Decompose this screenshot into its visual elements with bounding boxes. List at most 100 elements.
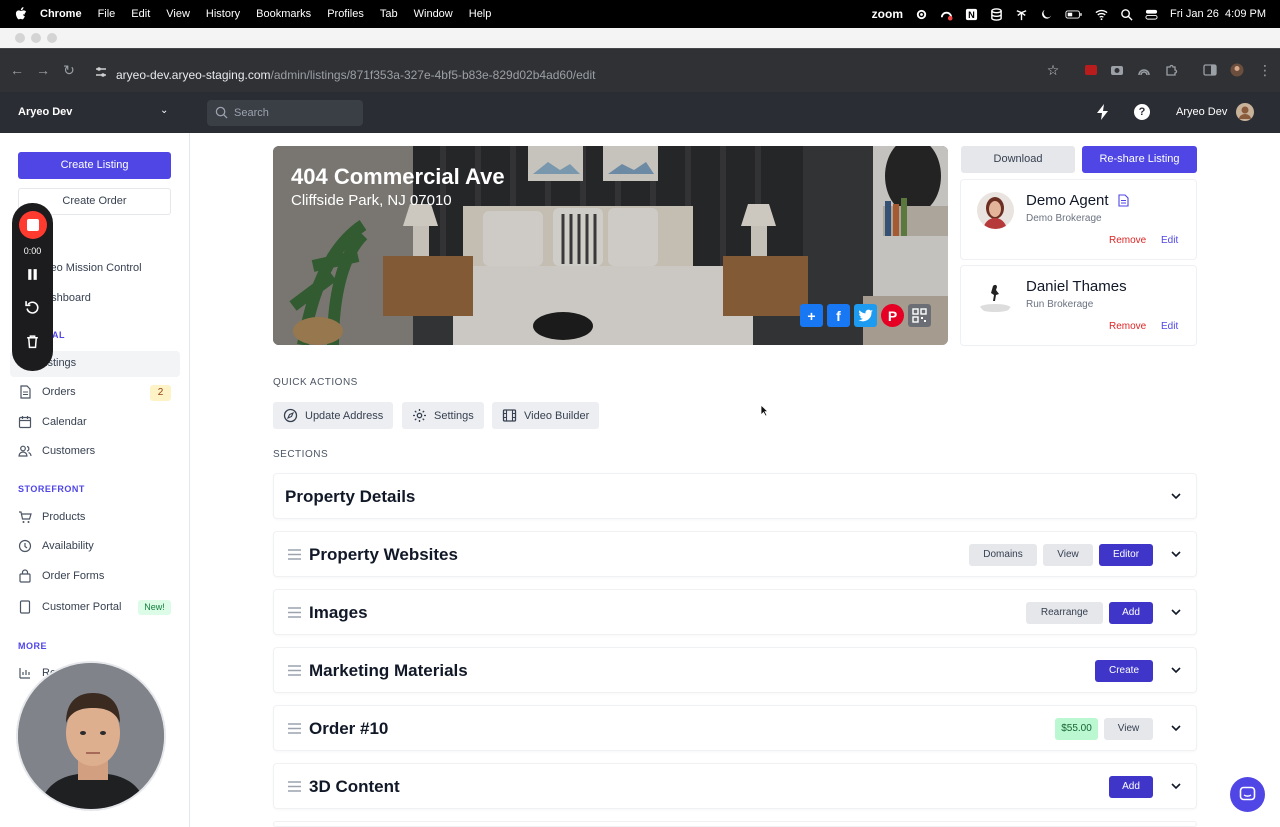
notion-icon[interactable]: N [965,8,978,21]
camera-extension-icon[interactable] [1110,63,1124,77]
twitter-icon[interactable] [854,304,877,327]
add-3d-content-button[interactable]: Add [1109,776,1153,798]
user-menu-name[interactable]: Aryeo Dev [1176,106,1227,118]
sidebar-item-calendar[interactable]: Calendar [18,412,87,432]
gauge-status-icon[interactable] [940,8,953,21]
agent-name[interactable]: Demo Agent [1026,192,1109,209]
bookmark-star-icon[interactable]: ☆ [1046,63,1060,77]
menu-file[interactable]: File [98,8,116,20]
pinterest-icon[interactable]: P [881,304,904,327]
remove-agent-link[interactable]: Remove [1109,321,1146,332]
pause-icon[interactable] [25,267,40,282]
create-marketing-button[interactable]: Create [1095,660,1153,682]
menu-history[interactable]: History [206,8,240,20]
chevron-down-icon[interactable] [1170,780,1182,792]
chevron-down-icon[interactable] [1170,664,1182,676]
apple-logo-icon[interactable] [14,7,28,21]
update-address-button[interactable]: Update Address [273,402,394,429]
create-listing-button[interactable]: Create Listing [18,152,171,179]
puzzle-extensions-icon[interactable] [1164,63,1178,77]
trash-icon[interactable] [25,334,40,349]
org-switcher-label[interactable]: Aryeo Dev [18,106,72,118]
window-close-dot[interactable] [15,33,25,43]
extension-red-icon[interactable] [1084,63,1098,77]
domains-button[interactable]: Domains [969,544,1037,566]
kebab-menu-icon[interactable]: ⋮ [1258,63,1272,77]
menu-view[interactable]: View [166,8,190,20]
document-icon[interactable] [1118,194,1129,207]
reload-icon[interactable]: ↻ [62,63,76,77]
spotlight-search-icon[interactable] [1120,8,1133,21]
add-images-button[interactable]: Add [1109,602,1153,624]
chevron-down-icon[interactable] [1170,606,1182,618]
menu-edit[interactable]: Edit [131,8,150,20]
chevron-down-icon[interactable] [1170,548,1182,560]
sidebar-item-orders[interactable]: Orders [18,382,76,402]
profile-avatar-icon[interactable] [1230,63,1244,77]
chevron-down-icon[interactable] [1170,722,1182,734]
section-order[interactable]: Order #10 $55.00 View [273,705,1197,751]
editor-button[interactable]: Editor [1099,544,1153,566]
battery-icon[interactable] [1065,8,1083,21]
menubar-datetime[interactable]: Fri Jan 26 4:09 PM [1170,8,1266,20]
back-arrow-icon[interactable]: ← [10,63,24,77]
section-images[interactable]: Images Rearrange Add [273,589,1197,635]
settings-button[interactable]: Settings [402,402,484,429]
plus-share-icon[interactable]: + [800,304,823,327]
webcam-bubble[interactable] [16,661,166,811]
menu-app-name[interactable]: Chrome [40,8,82,20]
sidebar-item-order-forms[interactable]: Order Forms [18,566,104,586]
search-input[interactable]: Search [207,100,363,126]
sidebar-item-customer-portal[interactable]: Customer Portal [18,597,121,617]
rearrange-button[interactable]: Rearrange [1026,602,1103,624]
support-chat-button[interactable] [1230,777,1265,812]
site-settings-icon[interactable] [94,65,108,79]
restart-icon[interactable] [25,300,40,315]
section-property-details[interactable]: Property Details [273,473,1197,519]
menu-window[interactable]: Window [414,8,453,20]
remove-agent-link[interactable]: Remove [1109,235,1146,246]
lightning-bolt-icon[interactable] [1096,104,1110,120]
chevron-down-icon[interactable] [1170,490,1182,502]
edit-agent-link[interactable]: Edit [1161,235,1178,246]
menu-tab[interactable]: Tab [380,8,398,20]
view-website-button[interactable]: View [1043,544,1093,566]
address-bar[interactable]: aryeo-dev.aryeo-staging.com/admin/listin… [116,68,595,82]
section-property-websites[interactable]: Property Websites Domains View Editor [273,531,1197,577]
drag-handle-icon[interactable] [288,549,301,560]
stop-recording-button[interactable] [19,211,47,239]
edit-agent-link[interactable]: Edit [1161,321,1178,332]
menu-help[interactable]: Help [469,8,492,20]
user-avatar[interactable] [1236,103,1254,121]
drag-handle-icon[interactable] [288,781,301,792]
sidebar-item-products[interactable]: Products [18,507,85,527]
section-3d-content[interactable]: 3D Content Add [273,763,1197,809]
moon-icon[interactable] [1040,8,1053,21]
chevron-down-icon[interactable]: ⌄ [160,105,168,116]
agent-name[interactable]: Daniel Thames [1026,278,1127,295]
window-zoom-dot[interactable] [47,33,57,43]
drag-handle-icon[interactable] [288,665,301,676]
help-icon[interactable]: ? [1134,104,1150,120]
zoom-status-label[interactable]: zoom [872,7,903,21]
drag-handle-icon[interactable] [288,723,301,734]
video-builder-button[interactable]: Video Builder [492,402,600,429]
control-center-icon[interactable] [1145,8,1158,21]
listing-hero-banner[interactable]: 404 Commercial Ave Cliffside Park, NJ 07… [273,146,948,345]
arc-extension-icon[interactable] [1137,63,1151,77]
forward-arrow-icon[interactable]: → [36,63,50,77]
window-minimize-dot[interactable] [31,33,41,43]
reshare-listing-button[interactable]: Re-share Listing [1082,146,1197,173]
sidebar-item-mission-control[interactable]: yeo Mission Control [45,258,142,278]
database-icon[interactable] [990,7,1003,21]
sidebar-item-customers[interactable]: Customers [18,441,95,461]
menu-profiles[interactable]: Profiles [327,8,364,20]
view-order-button[interactable]: View [1104,718,1153,740]
wifi-icon[interactable] [1095,8,1108,21]
drag-handle-icon[interactable] [288,607,301,618]
sidebar-item-availability[interactable]: Availability [18,536,94,556]
section-marketing-materials[interactable]: Marketing Materials Create [273,647,1197,693]
gear-status-icon[interactable] [915,8,928,21]
qr-code-icon[interactable] [908,304,931,327]
menu-bookmarks[interactable]: Bookmarks [256,8,311,20]
